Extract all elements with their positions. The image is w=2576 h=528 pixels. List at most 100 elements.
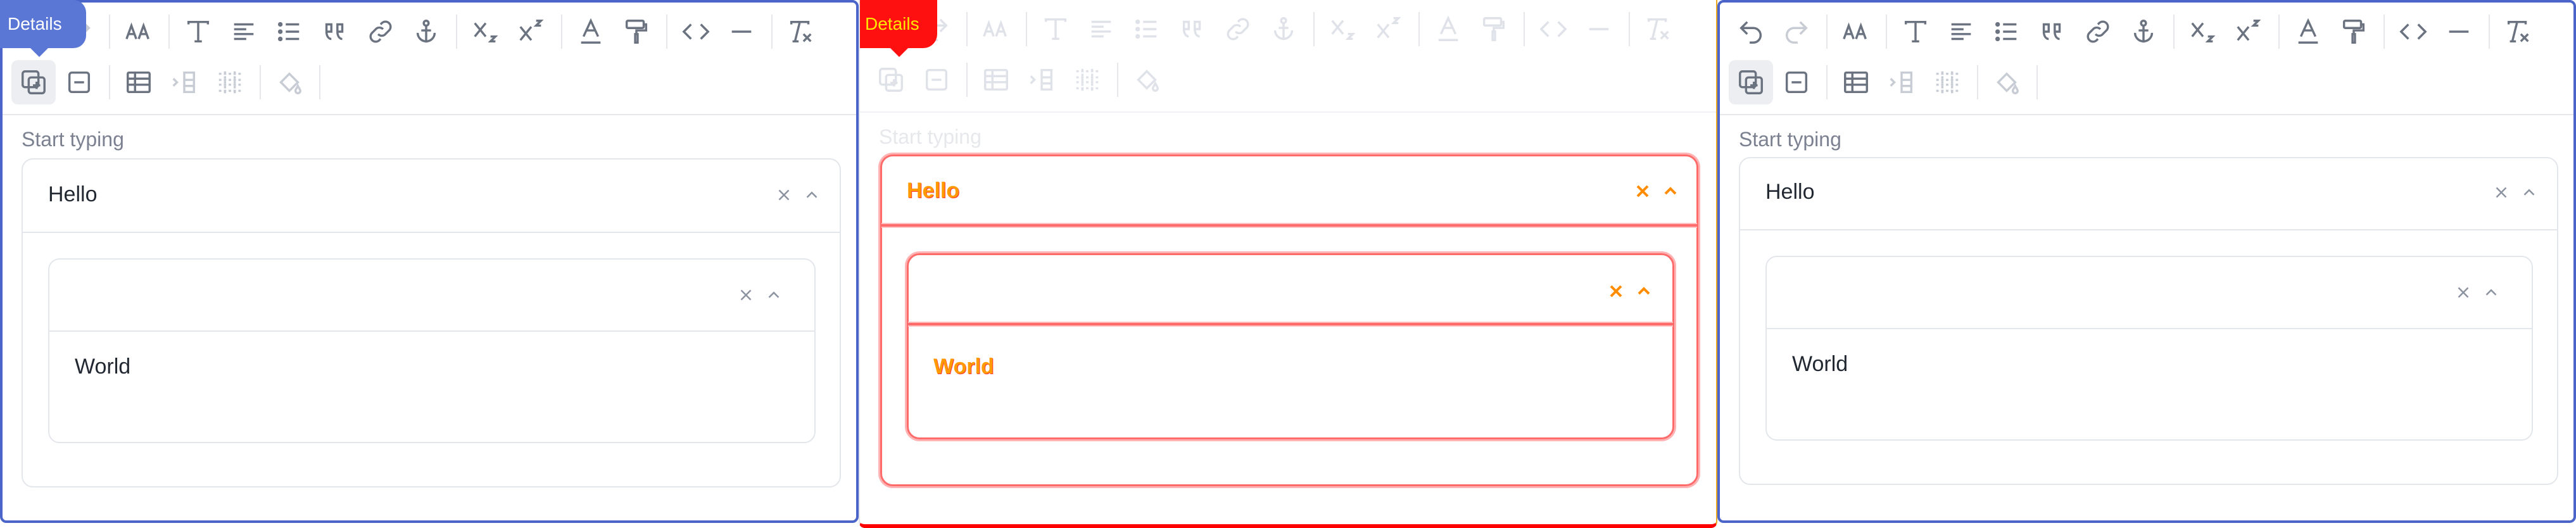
text-color-icon[interactable] xyxy=(569,9,613,54)
toolbar-separator xyxy=(1629,12,1630,46)
table-rows-icon[interactable] xyxy=(1925,60,1969,104)
add-details-icon[interactable] xyxy=(1729,60,1773,104)
table-icon[interactable] xyxy=(974,58,1018,102)
toolbar-separator xyxy=(109,65,110,99)
outer-details-summary[interactable]: Hello xyxy=(23,160,840,233)
inner-details-block[interactable]: World xyxy=(1765,256,2533,441)
undo-icon[interactable] xyxy=(1729,9,1773,54)
text-color-icon[interactable] xyxy=(1426,7,1470,51)
clear-format-icon[interactable] xyxy=(2496,9,2541,54)
outer-summary-text[interactable]: Hello xyxy=(1765,180,1814,204)
horizontal-rule-icon[interactable] xyxy=(1577,7,1621,51)
inner-details-summary[interactable] xyxy=(1767,257,2532,329)
outer-summary-text[interactable]: Hello xyxy=(48,182,97,207)
redo-icon[interactable] xyxy=(1774,9,1819,54)
horizontal-rule-icon[interactable] xyxy=(2437,9,2481,54)
table-rows-icon[interactable] xyxy=(208,60,252,104)
add-details-icon[interactable] xyxy=(869,58,913,102)
chevron-up-icon[interactable] xyxy=(799,182,824,208)
fill-color-icon[interactable] xyxy=(1125,58,1169,102)
table-icon[interactable] xyxy=(117,60,161,104)
add-details-icon[interactable] xyxy=(11,60,56,104)
toolbar-separator xyxy=(2383,15,2385,49)
format-painter-icon[interactable] xyxy=(614,9,659,54)
toolbar-separator xyxy=(1826,65,1828,99)
align-icon[interactable] xyxy=(222,9,266,54)
font-size-icon[interactable] xyxy=(1834,9,1878,54)
horizontal-rule-icon[interactable] xyxy=(719,9,764,54)
blockquote-icon[interactable] xyxy=(313,9,357,54)
code-icon[interactable] xyxy=(1531,7,1575,51)
toolbar-separator xyxy=(1826,15,1828,49)
align-icon[interactable] xyxy=(1079,7,1123,51)
toolbar-separator xyxy=(966,63,968,97)
fill-color-icon[interactable] xyxy=(267,60,312,104)
remove-details-icon[interactable] xyxy=(57,60,101,104)
inner-details-summary[interactable] xyxy=(49,260,814,332)
subscript-icon[interactable] xyxy=(2181,9,2225,54)
chevron-up-icon[interactable] xyxy=(2478,280,2504,305)
subscript-icon[interactable] xyxy=(1321,7,1365,51)
chevron-up-icon[interactable] xyxy=(761,282,786,308)
screenshot-panel-actual: Start typing Hello World xyxy=(1717,0,2576,523)
close-icon[interactable] xyxy=(771,182,797,208)
close-icon[interactable] xyxy=(733,282,759,308)
inner-details-content[interactable]: World xyxy=(1792,352,1848,377)
code-icon[interactable] xyxy=(2391,9,2435,54)
table-column-icon[interactable] xyxy=(162,60,206,104)
link-icon[interactable] xyxy=(2076,9,2120,54)
clear-format-icon[interactable] xyxy=(1636,7,1681,51)
superscript-icon[interactable] xyxy=(1367,7,1411,51)
superscript-icon[interactable] xyxy=(509,9,553,54)
details-tooltip: Details xyxy=(860,0,937,57)
toolbar-separator xyxy=(666,15,667,49)
blockquote-icon[interactable] xyxy=(2030,9,2074,54)
text-color-icon[interactable] xyxy=(2286,9,2330,54)
align-icon[interactable] xyxy=(1939,9,1983,54)
anchor-icon[interactable] xyxy=(1261,7,1306,51)
table-rows-icon[interactable] xyxy=(1065,58,1109,102)
format-painter-icon[interactable] xyxy=(1472,7,1516,51)
toolbar-separator xyxy=(1886,15,1887,49)
text-style-icon[interactable] xyxy=(1033,7,1078,51)
text-style-icon[interactable] xyxy=(176,9,220,54)
remove-details-icon[interactable] xyxy=(1774,60,1819,104)
placeholder-label: Start typing xyxy=(22,128,124,151)
close-icon[interactable] xyxy=(2451,280,2476,305)
list-icon[interactable] xyxy=(1125,7,1169,51)
table-column-icon[interactable] xyxy=(1879,60,1924,104)
blockquote-icon[interactable] xyxy=(1170,7,1215,51)
chevron-up-icon xyxy=(1658,179,1683,204)
list-icon[interactable] xyxy=(1985,9,2029,54)
chevron-up-icon[interactable] xyxy=(2516,180,2542,205)
clear-format-icon[interactable] xyxy=(779,9,823,54)
superscript-icon[interactable] xyxy=(2226,9,2271,54)
font-size-icon[interactable] xyxy=(974,7,1018,51)
inner-details-block[interactable]: World xyxy=(48,258,816,443)
format-painter-icon[interactable] xyxy=(2332,9,2376,54)
link-icon[interactable] xyxy=(1216,7,1260,51)
inner-details-content[interactable]: World xyxy=(75,355,130,379)
table-column-icon[interactable] xyxy=(1020,58,1064,102)
editor-toolbar xyxy=(1720,3,2573,115)
remove-details-icon[interactable] xyxy=(914,58,959,102)
subscript-icon[interactable] xyxy=(464,9,508,54)
link-icon[interactable] xyxy=(358,9,403,54)
toolbar-separator xyxy=(2173,15,2175,49)
table-icon[interactable] xyxy=(1834,60,1878,104)
chevron-up-icon xyxy=(1631,279,1657,304)
anchor-icon[interactable] xyxy=(2121,9,2166,54)
outer-details-block[interactable]: Hello World xyxy=(1739,157,2558,485)
toolbar-separator xyxy=(109,15,110,49)
anchor-icon[interactable] xyxy=(404,9,448,54)
outer-details-block[interactable]: Hello World xyxy=(22,158,841,487)
text-style-icon[interactable] xyxy=(1893,9,1938,54)
close-icon[interactable] xyxy=(2489,180,2514,205)
code-icon[interactable] xyxy=(674,9,718,54)
outer-details-summary[interactable]: Hello xyxy=(1740,158,2557,230)
fill-color-icon[interactable] xyxy=(1985,60,2029,104)
list-icon[interactable] xyxy=(267,9,312,54)
font-size-icon[interactable] xyxy=(117,9,161,54)
toolbar-row-1 xyxy=(869,6,1682,52)
toolbar-separator xyxy=(319,65,320,99)
